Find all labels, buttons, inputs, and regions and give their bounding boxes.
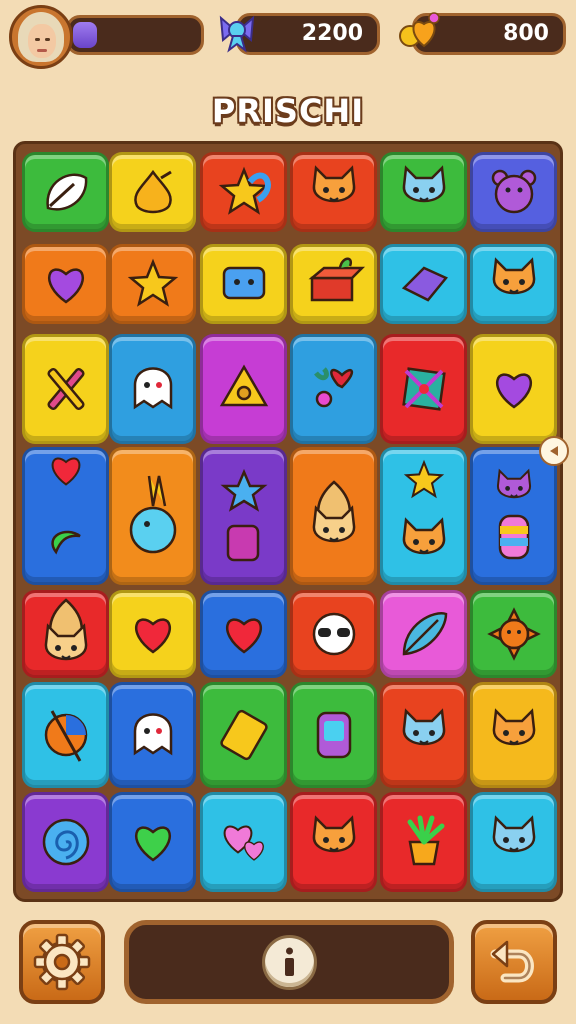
board-tile[interactable] — [200, 792, 287, 892]
board-tile[interactable] — [470, 334, 557, 444]
board-tile[interactable] — [470, 244, 557, 324]
board-tile[interactable] — [200, 590, 287, 678]
board-tile[interactable] — [380, 334, 467, 444]
board-tile[interactable] — [290, 447, 377, 585]
board-tile[interactable] — [380, 792, 467, 892]
board-tile[interactable] — [22, 447, 109, 585]
board-tile[interactable] — [380, 447, 467, 585]
board-tile[interactable] — [470, 447, 557, 585]
board-tile[interactable] — [22, 244, 109, 324]
board-tile[interactable] — [200, 682, 287, 788]
board-tile[interactable] — [200, 152, 287, 232]
board-tile[interactable] — [109, 152, 196, 232]
board-tile[interactable] — [290, 244, 377, 324]
gem-counter-value: 2200 — [301, 21, 363, 46]
board-tile[interactable] — [290, 792, 377, 892]
board-tile[interactable] — [200, 447, 287, 585]
board-tile[interactable] — [380, 682, 467, 788]
board-tile[interactable] — [470, 152, 557, 232]
board-tile[interactable] — [470, 590, 557, 678]
board-tile[interactable] — [22, 152, 109, 232]
info-icon — [285, 947, 294, 976]
board-tile[interactable] — [290, 590, 377, 678]
board-tile[interactable] — [109, 447, 196, 585]
board-tile[interactable] — [22, 682, 109, 788]
board-tile[interactable] — [470, 792, 557, 892]
xp-progress-fill — [73, 22, 97, 48]
board-tile[interactable] — [22, 792, 109, 892]
game-title: PRISCHI — [211, 92, 365, 130]
top-bar: 2200 800 — [0, 0, 576, 80]
game-board — [13, 141, 563, 902]
side-arrow-badge[interactable] — [539, 436, 569, 466]
player-avatar[interactable] — [9, 5, 73, 69]
board-tile[interactable] — [290, 152, 377, 232]
board-tile[interactable] — [109, 590, 196, 678]
board-tile[interactable] — [109, 334, 196, 444]
board-tile[interactable] — [290, 334, 377, 444]
board-tile[interactable] — [22, 334, 109, 444]
coin-counter-value: 800 — [503, 21, 549, 46]
board-tile[interactable] — [380, 590, 467, 678]
board-tile[interactable] — [109, 792, 196, 892]
board-tile[interactable] — [290, 682, 377, 788]
gear-icon — [33, 933, 91, 991]
board-tile[interactable] — [109, 244, 196, 324]
ribbon-gem-icon — [215, 10, 255, 54]
board-tile[interactable] — [380, 244, 467, 324]
board-tile[interactable] — [200, 244, 287, 324]
xp-progress-bar — [66, 15, 204, 55]
hint-bar — [124, 920, 454, 1004]
board-tile[interactable] — [109, 682, 196, 788]
board-tile[interactable] — [200, 334, 287, 444]
undo-icon — [490, 940, 534, 983]
heart-coin-icon — [396, 10, 440, 54]
undo-button[interactable] — [471, 920, 557, 1004]
board-tile[interactable] — [380, 152, 467, 232]
board-tile[interactable] — [470, 682, 557, 788]
board-tile[interactable] — [22, 590, 109, 678]
info-button[interactable] — [262, 935, 317, 990]
settings-button[interactable] — [19, 920, 105, 1004]
